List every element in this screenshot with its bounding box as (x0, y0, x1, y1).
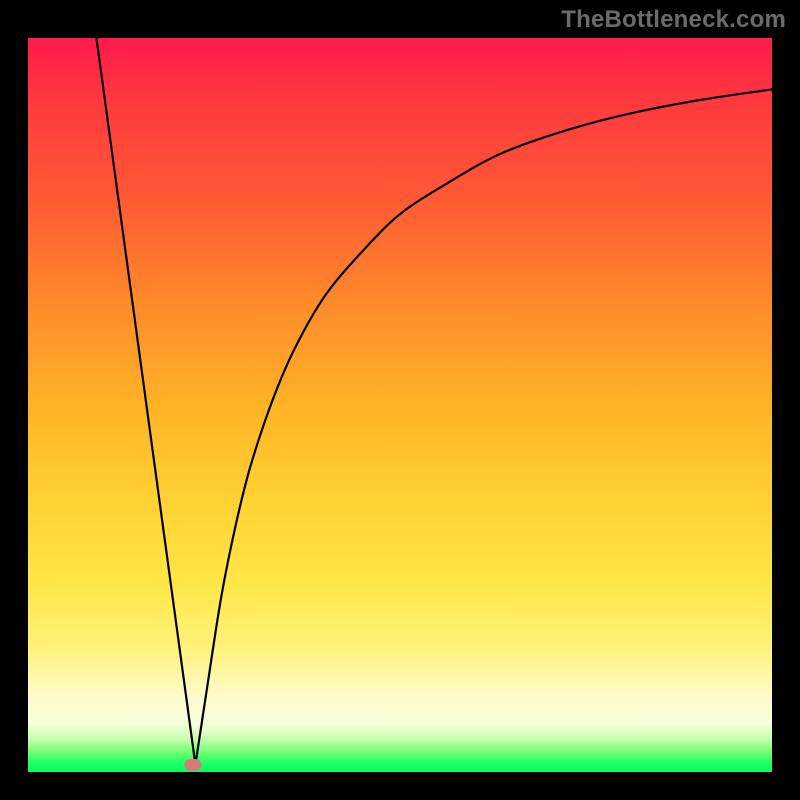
watermark-text: TheBottleneck.com (561, 6, 786, 34)
plot-area (28, 38, 772, 772)
curve-path (96, 38, 772, 765)
curve-layer (28, 38, 772, 772)
min-marker (185, 759, 202, 771)
chart-frame: TheBottleneck.com (0, 0, 800, 800)
